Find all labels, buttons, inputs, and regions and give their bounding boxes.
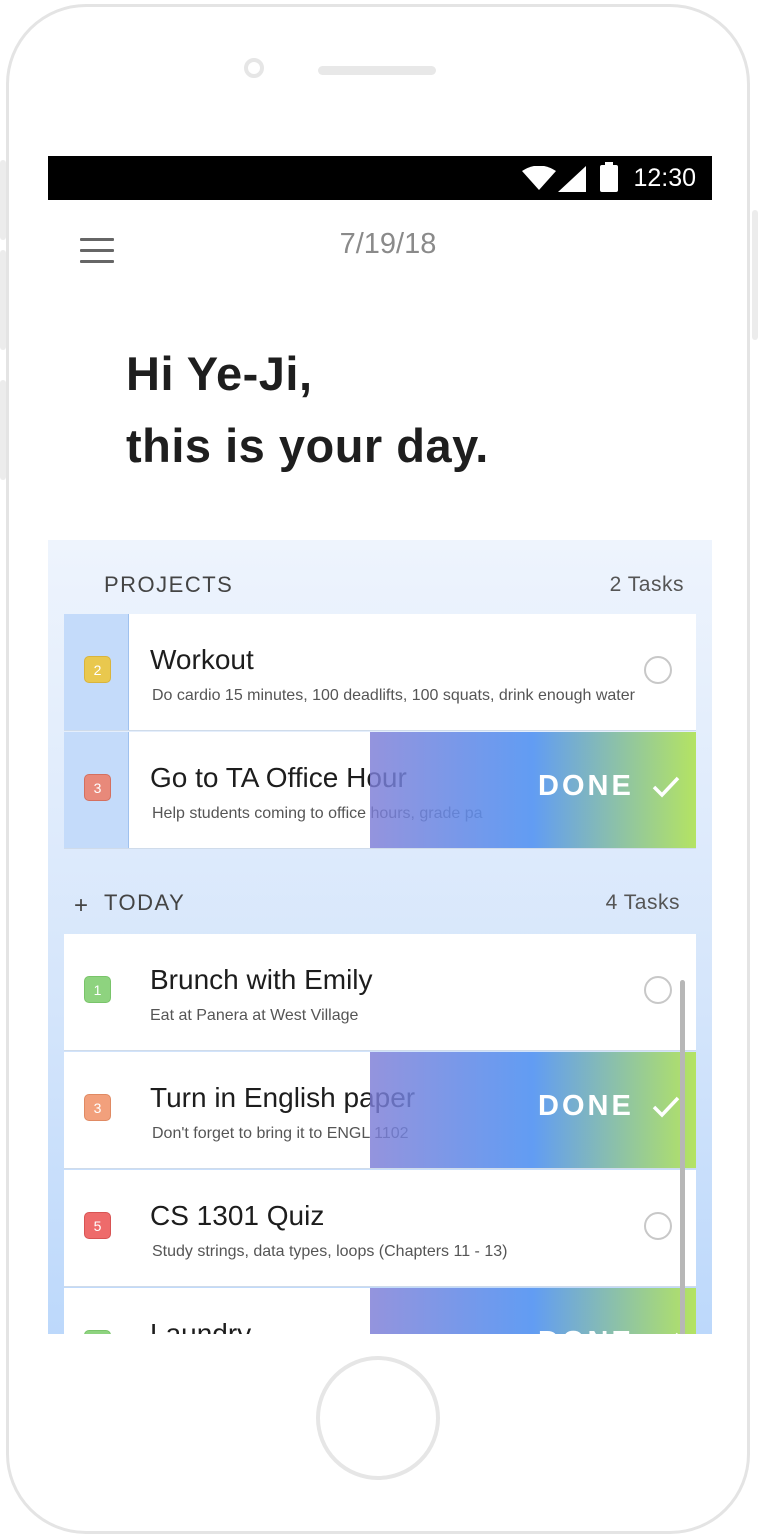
task-card-brunch[interactable]: 1 Brunch with Emily Eat at Panera at Wes… <box>64 934 696 1051</box>
status-time: 12:30 <box>633 164 696 192</box>
swipe-done-action[interactable]: DONE <box>370 1288 696 1334</box>
today-section-header: + TODAY 4 Tasks <box>48 890 712 930</box>
battery-icon <box>600 162 618 192</box>
app-screen: 12:30 7/19/18 Hi Ye-Ji, this is your day… <box>48 156 712 1334</box>
priority-badge: 3 <box>84 1094 111 1121</box>
phone-volume-up-button <box>0 250 6 350</box>
phone-side-button <box>0 160 6 240</box>
home-button[interactable] <box>316 1356 440 1480</box>
task-card-cs-quiz[interactable]: 5 CS 1301 Quiz Study strings, data types… <box>64 1170 696 1287</box>
complete-radio[interactable] <box>644 656 672 684</box>
done-label: DONE <box>538 770 634 802</box>
task-card-ta-office-hour[interactable]: 3 Go to TA Office Hour Help students com… <box>64 732 696 849</box>
priority-badge: 3 <box>84 774 111 801</box>
list-scrollbar[interactable] <box>680 980 685 1334</box>
greeting-line-2: this is your day. <box>126 419 489 472</box>
wifi-icon <box>522 166 556 190</box>
projects-section-header: PROJECTS 2 Tasks <box>48 572 712 612</box>
task-subtitle: Study strings, data types, loops (Chapte… <box>152 1243 508 1260</box>
priority-badge <box>84 1330 111 1334</box>
priority-badge: 2 <box>84 656 111 683</box>
today-task-count: 4 Tasks <box>605 891 680 914</box>
header-date: 7/19/18 <box>339 228 437 260</box>
earpiece-speaker <box>318 66 436 75</box>
complete-radio[interactable] <box>644 976 672 1004</box>
check-icon <box>652 1096 680 1118</box>
task-title: Workout <box>150 644 254 675</box>
swipe-done-action[interactable]: DONE <box>370 1052 696 1168</box>
check-icon <box>675 1332 678 1334</box>
cell-signal-icon <box>558 166 586 192</box>
complete-radio[interactable] <box>644 1212 672 1240</box>
task-subtitle: Eat at Panera at West Village <box>150 1007 359 1024</box>
priority-badge: 1 <box>84 976 111 1003</box>
task-title: CS 1301 Quiz <box>150 1200 325 1231</box>
today-section-title: TODAY <box>104 890 186 915</box>
front-camera <box>244 58 264 78</box>
done-label: DONE <box>538 1090 634 1122</box>
add-task-icon[interactable]: + <box>74 892 88 920</box>
status-bar: 12:30 <box>48 156 712 200</box>
task-title: Go to TA Office Hour <box>150 762 407 793</box>
swipe-done-action[interactable]: DONE <box>370 732 696 848</box>
task-card-workout[interactable]: 2 Workout Do cardio 15 minutes, 100 dead… <box>64 614 696 731</box>
task-title: Laundry <box>150 1318 252 1334</box>
projects-task-count: 2 Tasks <box>609 573 684 596</box>
task-list-area[interactable]: PROJECTS 2 Tasks 2 Workout Do cardio 15 … <box>48 540 712 1334</box>
task-subtitle: Do cardio 15 minutes, 100 deadlifts, 100… <box>152 687 635 704</box>
task-card-laundry[interactable]: Laundry DONE <box>64 1288 696 1334</box>
phone-power-button <box>752 210 758 340</box>
priority-badge: 5 <box>84 1212 111 1239</box>
app-header: 7/19/18 <box>48 200 712 290</box>
phone-volume-down-button <box>0 380 6 480</box>
task-title: Brunch with Emily <box>150 964 373 995</box>
projects-section-title: PROJECTS <box>104 572 234 597</box>
done-label: DONE <box>538 1326 634 1334</box>
task-card-english-paper[interactable]: 3 Turn in English paper Don't forget to … <box>64 1052 696 1169</box>
check-icon <box>652 776 680 798</box>
greeting-line-1: Hi Ye-Ji, <box>126 347 313 400</box>
greeting-heading: Hi Ye-Ji, this is your day. <box>126 338 489 482</box>
